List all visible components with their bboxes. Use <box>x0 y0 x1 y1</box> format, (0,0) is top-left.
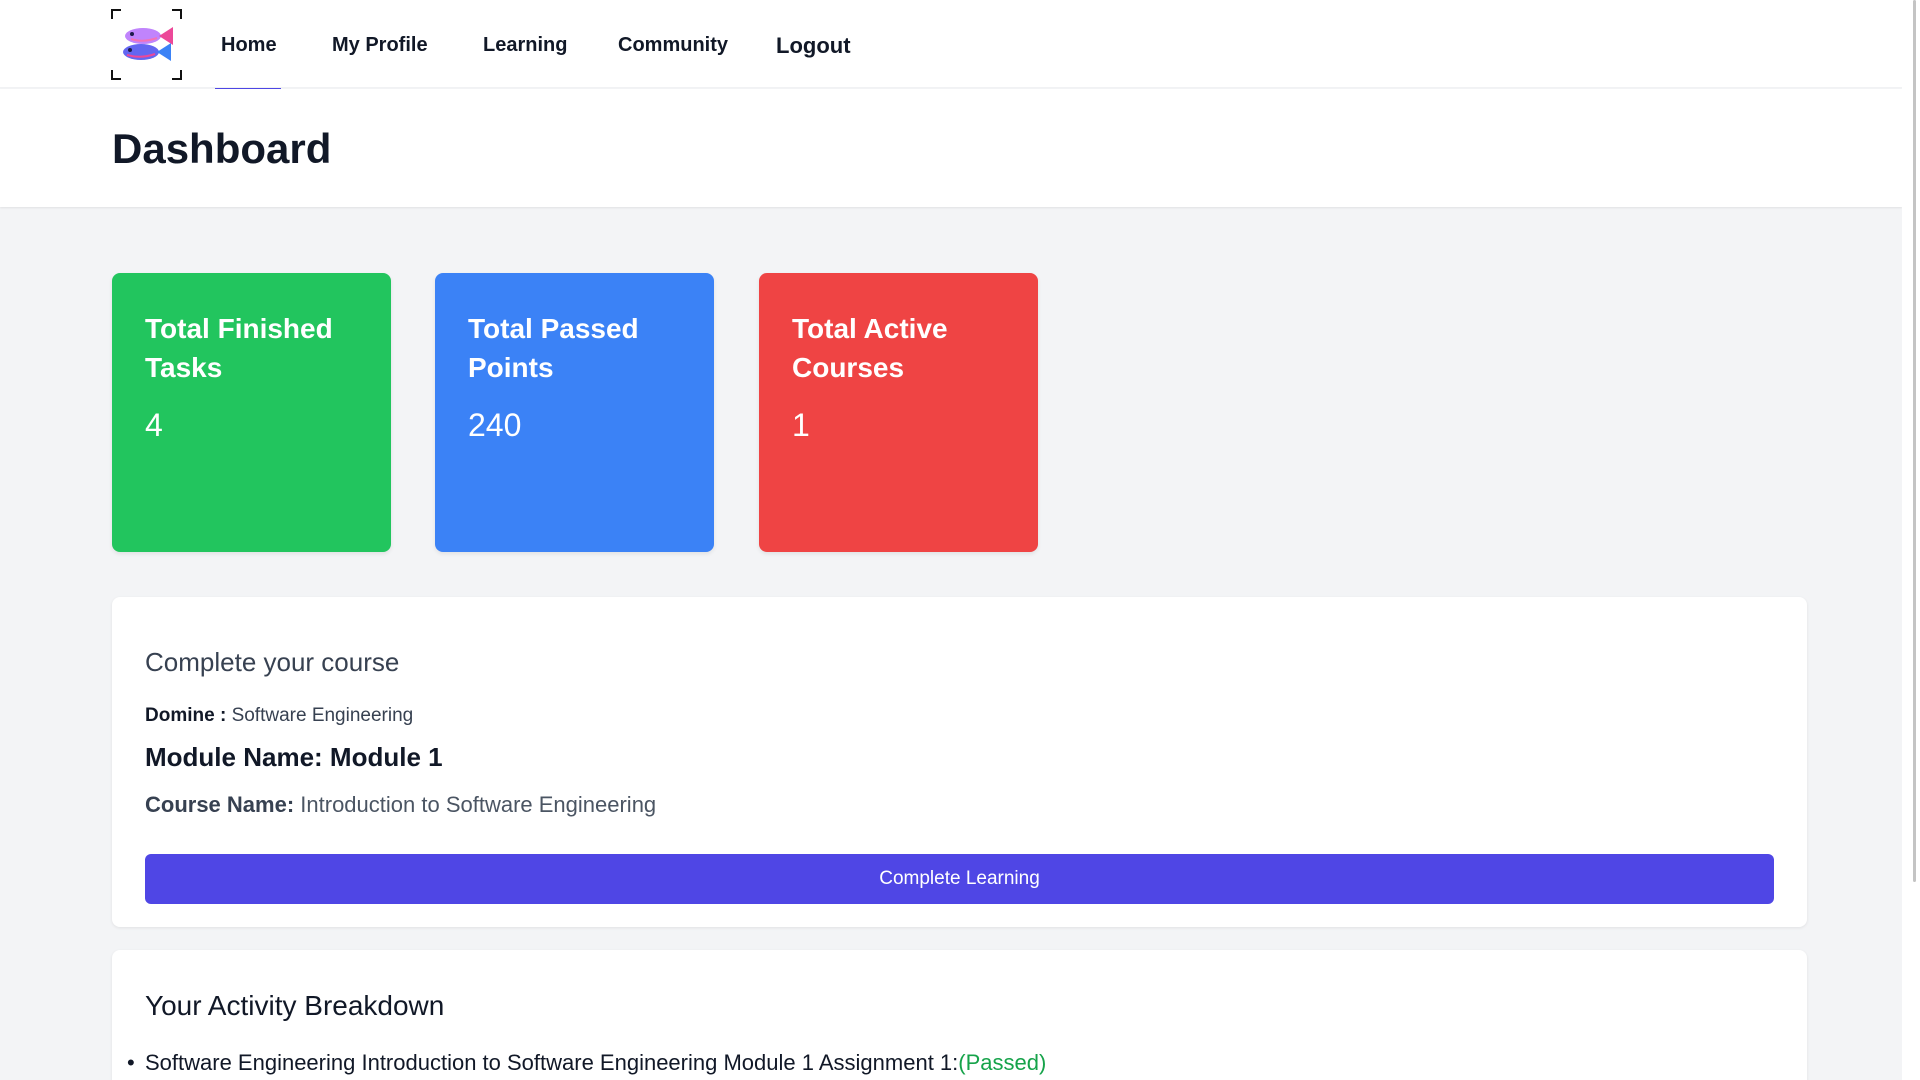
module-line: Module Name: Module 1 <box>145 742 443 773</box>
page-header: Dashboard <box>0 89 1902 207</box>
stat-value: 1 <box>792 407 810 443</box>
page-title: Dashboard <box>112 125 332 172</box>
nav-my-profile-link[interactable]: My Profile <box>332 34 428 57</box>
complete-learning-button[interactable]: Complete Learning <box>145 854 1774 904</box>
nav-logout-link[interactable]: Logout <box>776 33 851 59</box>
course-name-label: Course Name: <box>145 792 295 817</box>
fish-logo-icon[interactable] <box>111 9 182 80</box>
domain-value: Software Engineering <box>231 705 414 726</box>
bullet-icon: • <box>127 1050 135 1075</box>
stat-title: Total Active Courses <box>792 313 948 383</box>
page-scrollbar[interactable] <box>1902 0 1920 1080</box>
list-item: • Software Engineering Introduction to So… <box>127 1050 1046 1076</box>
course-name-line: Course Name: Introduction to Software En… <box>145 792 656 818</box>
logo-corner <box>172 70 182 80</box>
domain-line: Domine : Software Engineering <box>145 705 413 727</box>
stat-title: Total Passed Points <box>468 313 639 383</box>
nav-learning-link[interactable]: Learning <box>483 34 567 57</box>
top-navbar: Home My Profile Learning Community Logou… <box>0 0 1902 90</box>
complete-course-card: Complete your course Domine : Software E… <box>112 597 1807 927</box>
course-name-value: Introduction to Software Engineering <box>300 792 657 817</box>
stat-value: 240 <box>468 407 522 443</box>
activity-status: (Passed) <box>958 1050 1047 1075</box>
nav-community-link[interactable]: Community <box>618 34 728 57</box>
nav-home-link[interactable]: Home <box>221 34 277 57</box>
logo-corner <box>111 70 121 80</box>
activity-list: • Software Engineering Introduction to So… <box>127 1050 1046 1076</box>
activity-breakdown-card: Your Activity Breakdown • Software Engine… <box>112 950 1807 1080</box>
activity-text: Software Engineering Introduction to Sof… <box>145 1050 959 1075</box>
scrollbar-thumb[interactable] <box>1913 0 1916 882</box>
logo-corner <box>111 9 121 19</box>
activity-heading: Your Activity Breakdown <box>145 990 445 1021</box>
stat-card-active-courses: Total Active Courses 1 <box>759 273 1038 552</box>
module-label: Module Name: <box>145 742 323 772</box>
logo-corner <box>172 9 182 19</box>
stat-card-passed-points: Total Passed Points 240 <box>435 273 714 552</box>
fish-icon <box>123 27 173 61</box>
stat-value: 4 <box>145 407 163 443</box>
domain-label: Domine : <box>145 705 227 726</box>
module-value: Module 1 <box>329 742 443 772</box>
course-card-heading: Complete your course <box>145 647 400 677</box>
stat-card-finished-tasks: Total Finished Tasks 4 <box>112 273 391 552</box>
stat-title: Total Finished Tasks <box>145 313 333 383</box>
